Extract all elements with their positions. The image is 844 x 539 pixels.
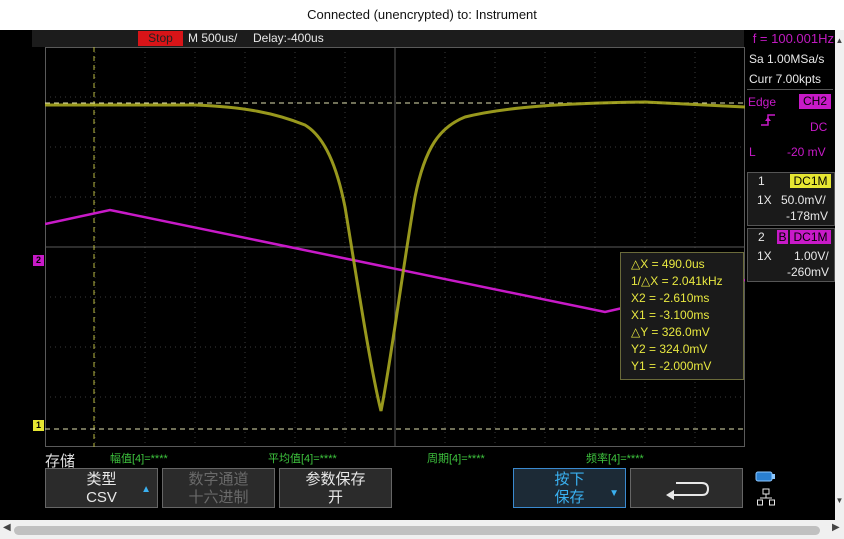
ch1-offset-marker[interactable]: 1 <box>33 420 44 431</box>
cursor-x1: X1 = -3.100ms <box>631 308 710 322</box>
ch2-scale: 1.00V/ <box>794 249 829 263</box>
cursor-inverse-delta-x: 1/△X = 2.041kHz <box>631 274 723 288</box>
network-icon <box>757 488 775 506</box>
horizontal-scroll-thumb[interactable] <box>14 526 820 535</box>
cursor-readout-panel: △X = 490.0us 1/△X = 2.041kHz X2 = -2.610… <box>620 252 744 380</box>
ch2-offset: -260mV <box>787 265 830 279</box>
softkey-digital-line1: 数字通道 <box>188 471 249 488</box>
measurement-frequency: 频率[4]=**** <box>586 453 644 465</box>
return-arrow-icon <box>665 482 709 500</box>
scroll-right-icon[interactable]: ▶ <box>832 522 840 533</box>
cursor-delta-y: △Y = 326.0mV <box>631 325 710 339</box>
delay-label[interactable]: Delay:-400us <box>253 30 324 47</box>
ch1-number: 1 <box>758 174 765 188</box>
scroll-up-icon[interactable]: ▲ <box>835 36 844 45</box>
memory-depth: Curr 7.00kpts <box>749 72 822 86</box>
scroll-left-icon[interactable]: ◀ <box>3 522 11 533</box>
cursor-delta-x: △X = 490.0us <box>631 257 705 271</box>
window-title: Connected (unencrypted) to: Instrument <box>0 0 844 30</box>
cursor-x2: X2 = -2.610ms <box>631 291 710 305</box>
measurement-amplitude: 幅值[4]=**** <box>110 453 168 465</box>
horizontal-scrollbar[interactable]: ◀ ▶ <box>0 520 844 539</box>
waveform-display[interactable] <box>45 47 745 447</box>
run-stop-badge[interactable]: Stop <box>138 31 183 46</box>
trigger-level-label: L <box>749 145 756 159</box>
frequency-counter: f = 100.001Hz <box>752 31 834 46</box>
softkey-digital-channel[interactable]: 数字通道 十六进制 <box>162 468 275 508</box>
softkey-param-line1: 参数保存 <box>305 471 366 488</box>
vertical-scrollbar[interactable]: ▲ ▼ <box>835 30 844 520</box>
trigger-source-badge[interactable]: CH2 <box>799 94 831 109</box>
softkey-param-save[interactable]: 参数保存 开 <box>279 468 392 508</box>
timebase-label[interactable]: M 500us/ <box>188 30 237 47</box>
ch2-number: 2 <box>758 230 765 244</box>
measurement-mean: 平均值[4]=**** <box>268 453 337 465</box>
ch1-coupling-badge: DC1M <box>790 174 831 188</box>
back-button[interactable] <box>630 468 743 508</box>
trigger-coupling: DC <box>810 120 828 134</box>
ch2-coupling-badge: DC1M <box>790 230 831 244</box>
chevron-up-icon: ▲ <box>141 484 151 495</box>
ch2-probe: 1X <box>757 249 772 263</box>
ch1-scale: 50.0mV/ <box>781 193 826 207</box>
ch1-offset: -178mV <box>786 209 829 223</box>
trigger-type[interactable]: Edge <box>748 95 776 109</box>
chevron-down-icon: ▼ <box>609 488 619 499</box>
sample-rate: Sa 1.00MSa/s <box>749 52 825 66</box>
measurement-period: 周期[4]=**** <box>427 453 485 465</box>
ch2-offset-marker[interactable]: 2 <box>33 255 44 266</box>
divider <box>747 89 833 90</box>
trigger-level: -20 mV <box>787 145 826 159</box>
softkey-press-save[interactable]: 按下 保存 ▼ <box>513 468 626 508</box>
softkey-type[interactable]: 类型 CSV ▲ <box>45 468 158 508</box>
scroll-down-icon[interactable]: ▼ <box>835 496 844 505</box>
ch2-bandwidth-flag: B <box>777 230 788 244</box>
rising-edge-icon <box>761 114 775 126</box>
softkey-digital-line2: 十六进制 <box>188 489 249 506</box>
softkey-param-line2: 开 <box>327 489 343 506</box>
usb-storage-icon <box>755 471 775 482</box>
cursor-y1: Y1 = -2.000mV <box>631 359 712 373</box>
cursor-y2: Y2 = 324.0mV <box>631 342 708 356</box>
ch1-probe: 1X <box>757 193 772 207</box>
